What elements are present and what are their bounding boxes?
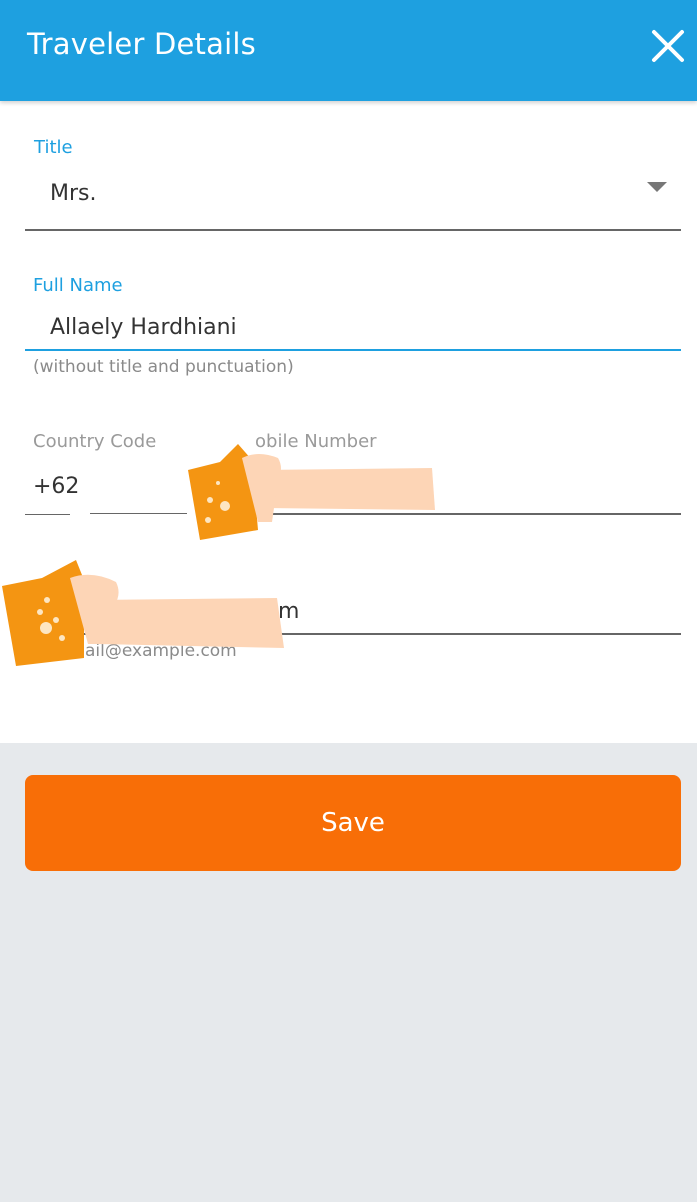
country-code-underline-left	[25, 514, 70, 515]
country-code-label: Country Code	[33, 431, 157, 452]
app-bar: Traveler Details	[0, 0, 697, 101]
title-label: Title	[34, 137, 73, 158]
country-code-underline	[90, 513, 187, 514]
full-name-label: Full Name	[33, 275, 123, 296]
full-name-input[interactable]: Allaely Hardhiani	[50, 315, 237, 340]
title-select-value[interactable]: Mrs.	[50, 181, 96, 206]
beer-mug-icon	[180, 440, 435, 542]
page-title: Traveler Details	[27, 27, 256, 61]
save-button[interactable]: Save	[25, 775, 681, 871]
full-name-helper: (without title and punctuation)	[33, 357, 294, 377]
full-name-underline	[25, 349, 681, 351]
dropdown-arrow-icon[interactable]	[647, 182, 667, 192]
title-underline	[25, 229, 681, 231]
country-code-input[interactable]: +62	[33, 474, 79, 499]
close-icon[interactable]	[646, 24, 690, 68]
beer-mug-icon	[2, 560, 284, 668]
